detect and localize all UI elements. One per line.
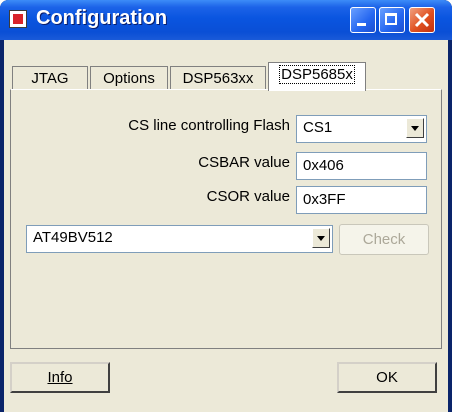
tab-jtag[interactable]: JTAG	[12, 66, 88, 90]
info-button[interactable]: Info	[10, 362, 110, 393]
minimize-button[interactable]	[350, 7, 376, 33]
maximize-button[interactable]	[379, 7, 405, 33]
tab-dsp563xx[interactable]: DSP563xx	[170, 66, 266, 90]
device-value: AT49BV512	[33, 229, 113, 246]
chevron-down-icon[interactable]	[312, 228, 330, 248]
tab-dsp5685x[interactable]: DSP5685x	[268, 62, 366, 91]
csor-input[interactable]: 0x3FF	[296, 186, 427, 214]
csbar-input[interactable]: 0x406	[296, 152, 427, 180]
close-icon	[414, 12, 430, 28]
check-button[interactable]: Check	[339, 224, 429, 255]
tab-panel-content: CS line controlling Flash CS1 CSBAR valu…	[11, 90, 441, 348]
dialog-body: JTAG Options DSP563xx DSP5685x CS line c…	[4, 40, 448, 412]
window-title: Configuration	[36, 7, 168, 29]
cs-line-value: CS1	[303, 119, 333, 136]
title-bar[interactable]: Configuration	[0, 0, 452, 40]
configuration-window: Configuration JTAG Options DSP563xx DSP5…	[0, 0, 452, 412]
ok-button[interactable]: OK	[337, 362, 437, 393]
csor-label: CSOR value	[206, 188, 290, 205]
cs-line-select[interactable]: CS1	[296, 115, 427, 143]
chevron-down-icon[interactable]	[406, 118, 424, 138]
tab-options[interactable]: Options	[90, 66, 168, 90]
cs-line-label: CS line controlling Flash	[128, 117, 290, 134]
close-button[interactable]	[409, 7, 435, 33]
device-select[interactable]: AT49BV512	[26, 225, 333, 253]
csbar-label: CSBAR value	[198, 154, 290, 171]
app-icon	[9, 10, 27, 28]
